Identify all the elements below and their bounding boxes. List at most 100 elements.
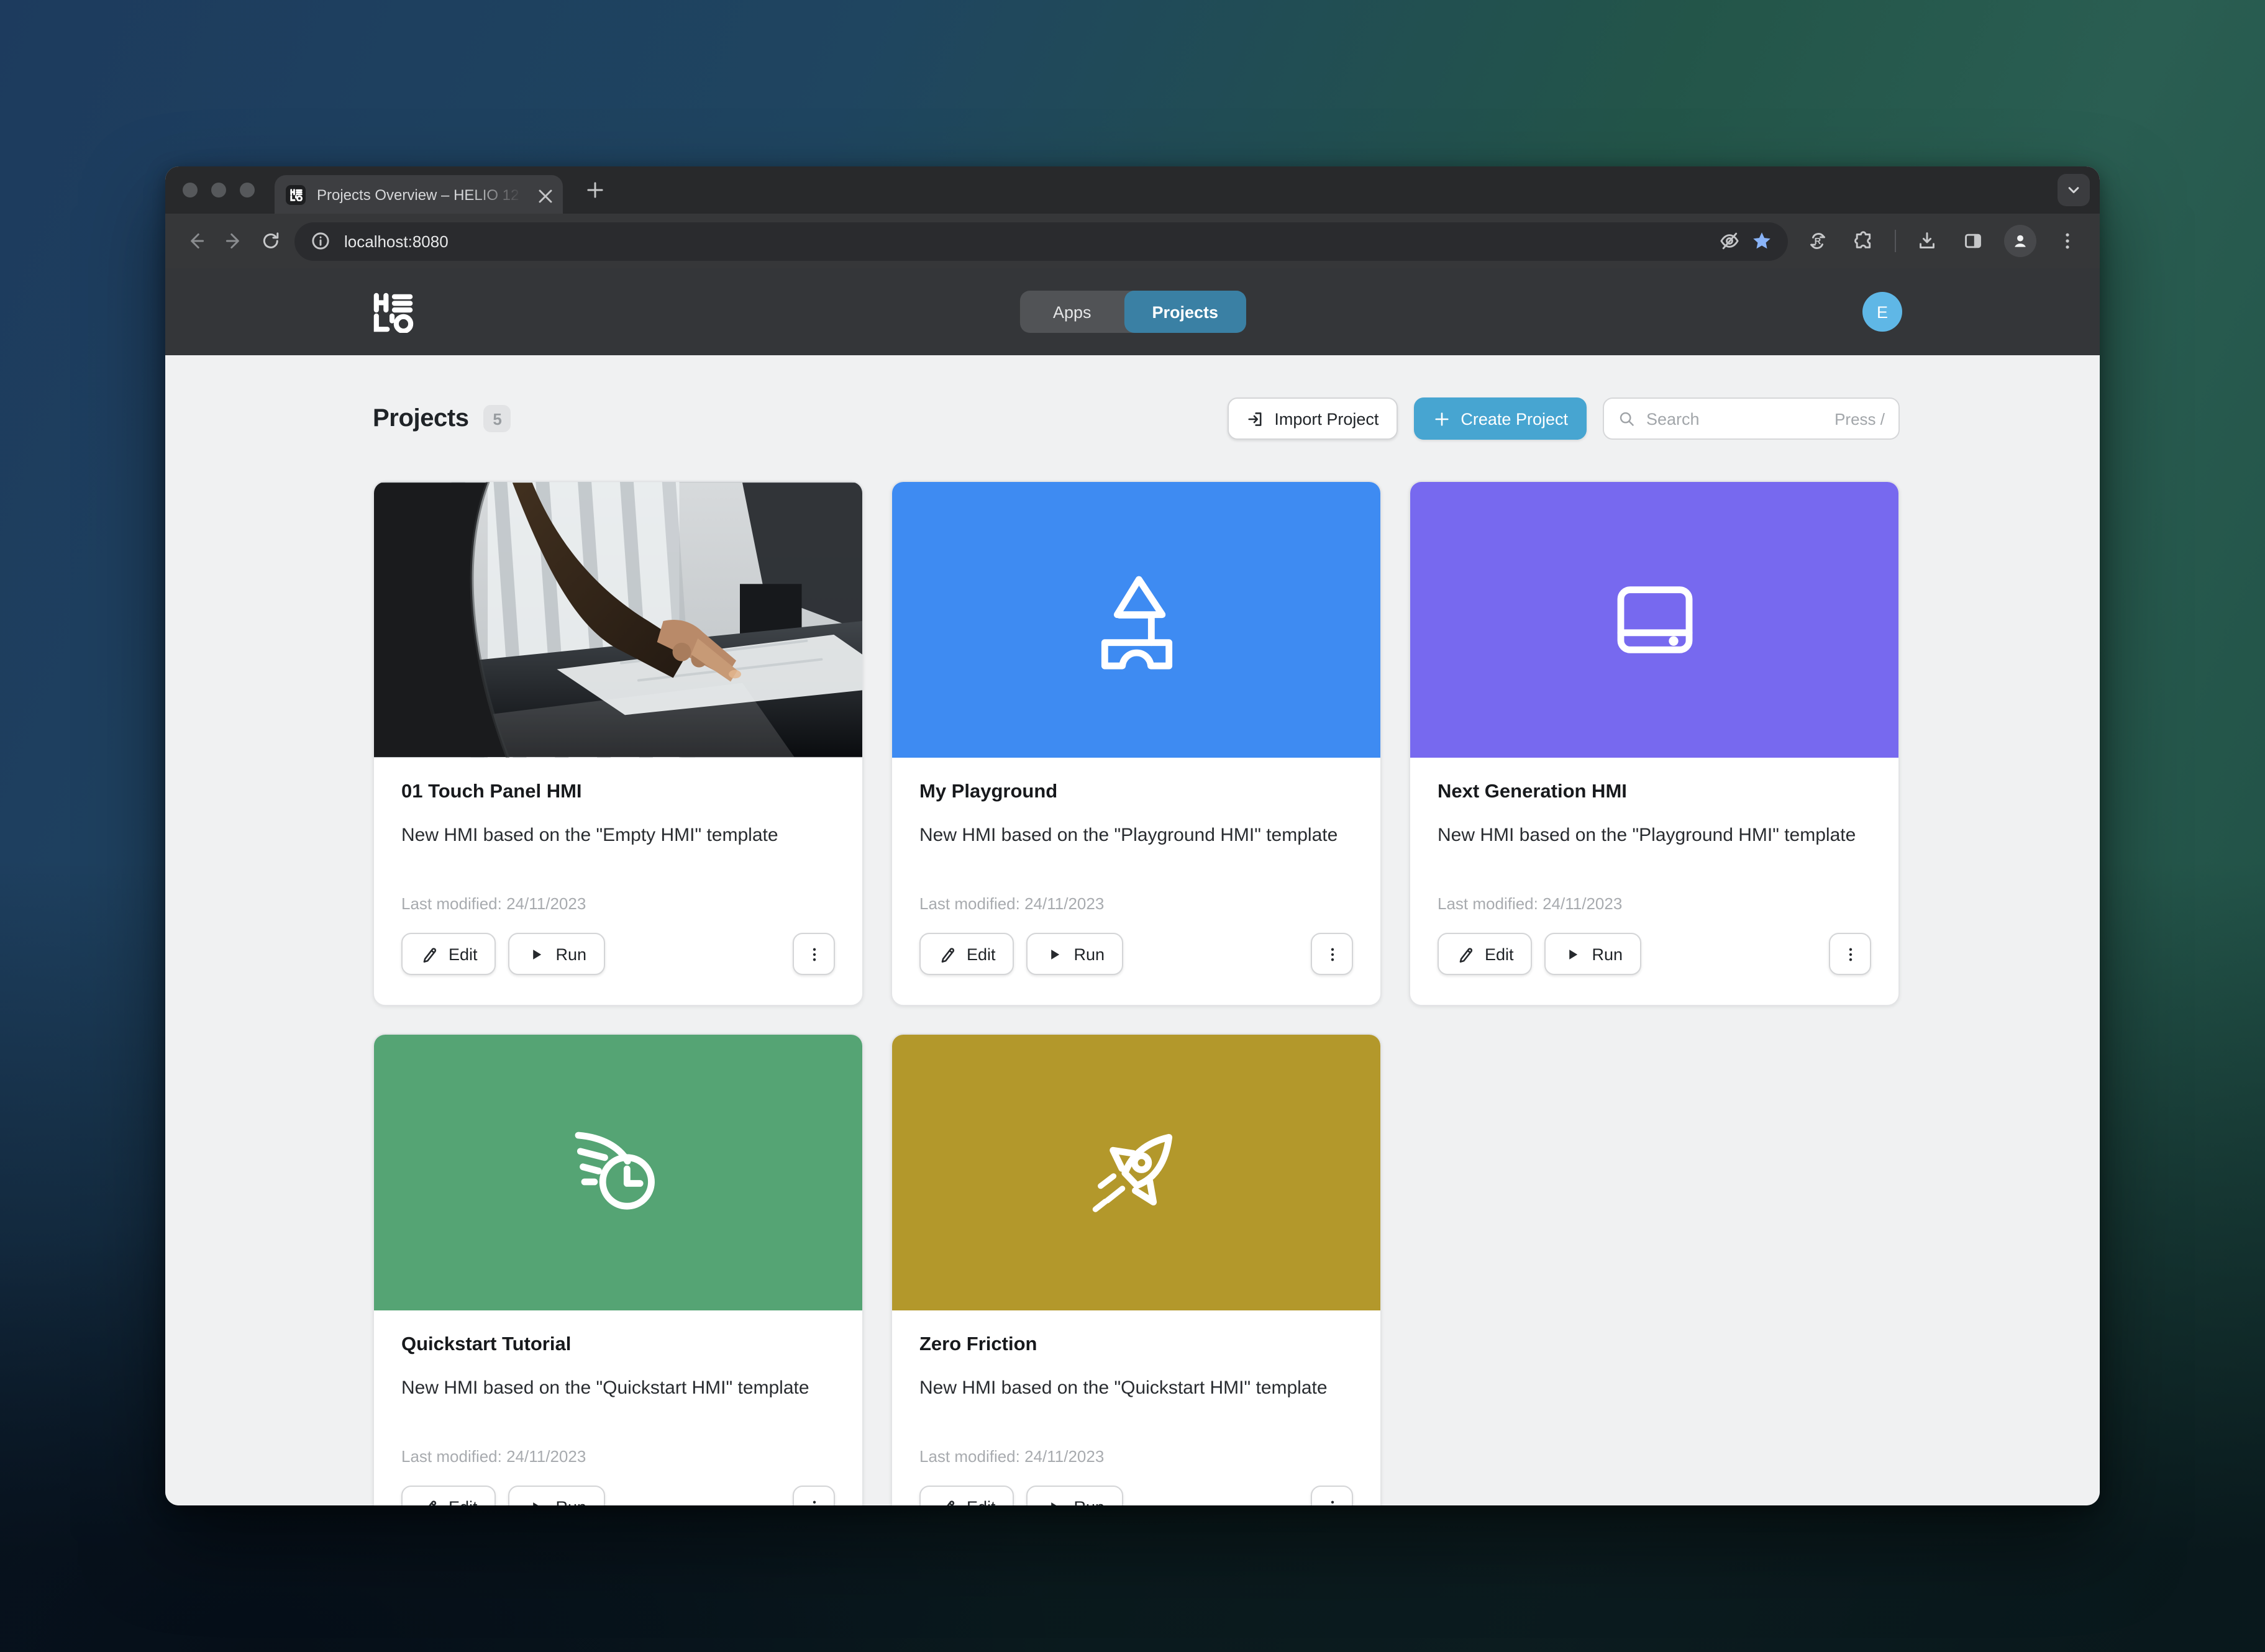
eye-off-icon[interactable]: [1713, 225, 1746, 257]
window-controls: [183, 183, 255, 197]
site-info-icon[interactable]: [306, 226, 335, 256]
project-last-modified: Last modified: 24/11/2023: [919, 1447, 1353, 1466]
pencil-icon: [420, 1497, 439, 1505]
back-icon[interactable]: [178, 222, 215, 260]
browser-menu-icon[interactable]: [2053, 226, 2082, 256]
pencil-icon: [938, 945, 957, 963]
run-button[interactable]: Run: [1027, 933, 1124, 975]
search-icon: [1618, 409, 1636, 428]
tab-apps[interactable]: Apps: [1019, 291, 1125, 333]
edit-button[interactable]: Edit: [1438, 933, 1533, 975]
url-text: localhost:8080: [344, 232, 449, 250]
window-zoom-button[interactable]: [240, 183, 255, 197]
project-count-badge: 5: [484, 405, 511, 432]
new-tab-button[interactable]: [579, 174, 611, 206]
kebab-icon: [1323, 1497, 1341, 1505]
project-last-modified: Last modified: 24/11/2023: [919, 894, 1353, 913]
extensions-puzzle-icon[interactable]: [1849, 226, 1879, 256]
browser-window: Projects Overview – HELIO 12 localhost:8…: [165, 166, 2100, 1505]
helio-logo-icon: [371, 291, 415, 332]
kebab-icon: [1323, 945, 1341, 963]
project-thumbnail: [1410, 482, 1898, 758]
import-project-button[interactable]: Import Project: [1227, 397, 1397, 440]
project-last-modified: Last modified: 24/11/2023: [401, 1447, 835, 1466]
window-minimize-button[interactable]: [211, 183, 226, 197]
play-icon: [1046, 1497, 1064, 1505]
project-thumbnail: [892, 1035, 1380, 1310]
card-menu-button[interactable]: [1311, 933, 1353, 975]
project-title: Quickstart Tutorial: [401, 1334, 835, 1356]
app-header: Apps Projects E: [165, 268, 2100, 355]
edit-button[interactable]: Edit: [401, 933, 496, 975]
address-bar[interactable]: localhost:8080: [294, 222, 1788, 260]
page-title: Projects: [373, 404, 469, 433]
card-menu-button[interactable]: [793, 933, 835, 975]
projects-content: Projects 5 Import Project Create Project: [165, 355, 2100, 1505]
edit-button[interactable]: Edit: [919, 933, 1014, 975]
card-menu-button[interactable]: [1311, 1486, 1353, 1505]
project-thumbnail-icon: [1087, 1123, 1186, 1222]
search-input[interactable]: [1646, 409, 1825, 428]
tab-close-icon[interactable]: [534, 184, 554, 204]
pencil-icon: [1456, 945, 1475, 963]
view-switcher: Apps Projects: [1019, 291, 1246, 333]
project-title: My Playground: [919, 781, 1353, 804]
create-project-button[interactable]: Create Project: [1413, 397, 1587, 440]
project-title: Next Generation HMI: [1438, 781, 1871, 804]
card-actions: Edit Run: [919, 933, 1353, 975]
project-description: New HMI based on the "Playground HMI" te…: [919, 820, 1353, 882]
run-button[interactable]: Run: [509, 933, 606, 975]
plus-icon: [1432, 409, 1451, 428]
bookmark-star-icon[interactable]: [1746, 225, 1778, 257]
play-icon: [1564, 945, 1582, 963]
downloads-icon[interactable]: [1912, 226, 1942, 256]
project-thumbnail-icon: [374, 482, 862, 758]
play-icon: [527, 1497, 546, 1505]
user-avatar[interactable]: E: [1862, 292, 1902, 332]
project-description: New HMI based on the "Quickstart HMI" te…: [919, 1373, 1353, 1435]
extension-r-icon[interactable]: [1803, 226, 1833, 256]
project-card: My Playground New HMI based on the "Play…: [891, 481, 1382, 1006]
project-description: New HMI based on the "Quickstart HMI" te…: [401, 1373, 835, 1435]
project-card: Quickstart Tutorial New HMI based on the…: [373, 1033, 864, 1505]
play-icon: [1046, 945, 1064, 963]
import-icon: [1246, 409, 1264, 428]
desktop: Projects Overview – HELIO 12 localhost:8…: [0, 0, 2265, 1652]
run-button[interactable]: Run: [1545, 933, 1642, 975]
project-thumbnail-icon: [1087, 570, 1186, 669]
project-card: Zero Friction New HMI based on the "Quic…: [891, 1033, 1382, 1505]
browser-tab[interactable]: Projects Overview – HELIO 12: [275, 175, 563, 214]
project-thumbnail-icon: [568, 1123, 668, 1222]
card-actions: Edit Run: [919, 1486, 1353, 1505]
search-shortcut-hint: Press /: [1834, 409, 1885, 428]
side-panel-icon[interactable]: [1958, 226, 1988, 256]
project-description: New HMI based on the "Playground HMI" te…: [1438, 820, 1871, 882]
pencil-icon: [938, 1497, 957, 1505]
toolbar-divider: [1895, 230, 1896, 252]
forward-icon[interactable]: [215, 222, 252, 260]
tab-search-button[interactable]: [2058, 174, 2090, 206]
edit-button[interactable]: Edit: [919, 1486, 1014, 1505]
kebab-icon: [1841, 945, 1859, 963]
kebab-icon: [804, 945, 823, 963]
project-description: New HMI based on the "Empty HMI" templat…: [401, 820, 835, 882]
run-button[interactable]: Run: [1027, 1486, 1124, 1505]
tab-title: Projects Overview – HELIO 12: [317, 186, 527, 203]
tab-projects[interactable]: Projects: [1125, 291, 1246, 333]
run-button[interactable]: Run: [509, 1486, 606, 1505]
window-close-button[interactable]: [183, 183, 198, 197]
project-last-modified: Last modified: 24/11/2023: [401, 894, 835, 913]
page-header-row: Projects 5 Import Project Create Project: [373, 397, 1900, 440]
helio-favicon-icon: [286, 184, 306, 204]
card-actions: Edit Run: [1438, 933, 1871, 975]
browser-profile-avatar[interactable]: [2004, 225, 2036, 257]
project-thumbnail: [374, 482, 862, 758]
card-menu-button[interactable]: [793, 1486, 835, 1505]
reload-icon[interactable]: [252, 222, 289, 260]
project-thumbnail: [892, 482, 1380, 758]
edit-button[interactable]: Edit: [401, 1486, 496, 1505]
play-icon: [527, 945, 546, 963]
card-menu-button[interactable]: [1829, 933, 1871, 975]
card-actions: Edit Run: [401, 1486, 835, 1505]
kebab-icon: [804, 1497, 823, 1505]
